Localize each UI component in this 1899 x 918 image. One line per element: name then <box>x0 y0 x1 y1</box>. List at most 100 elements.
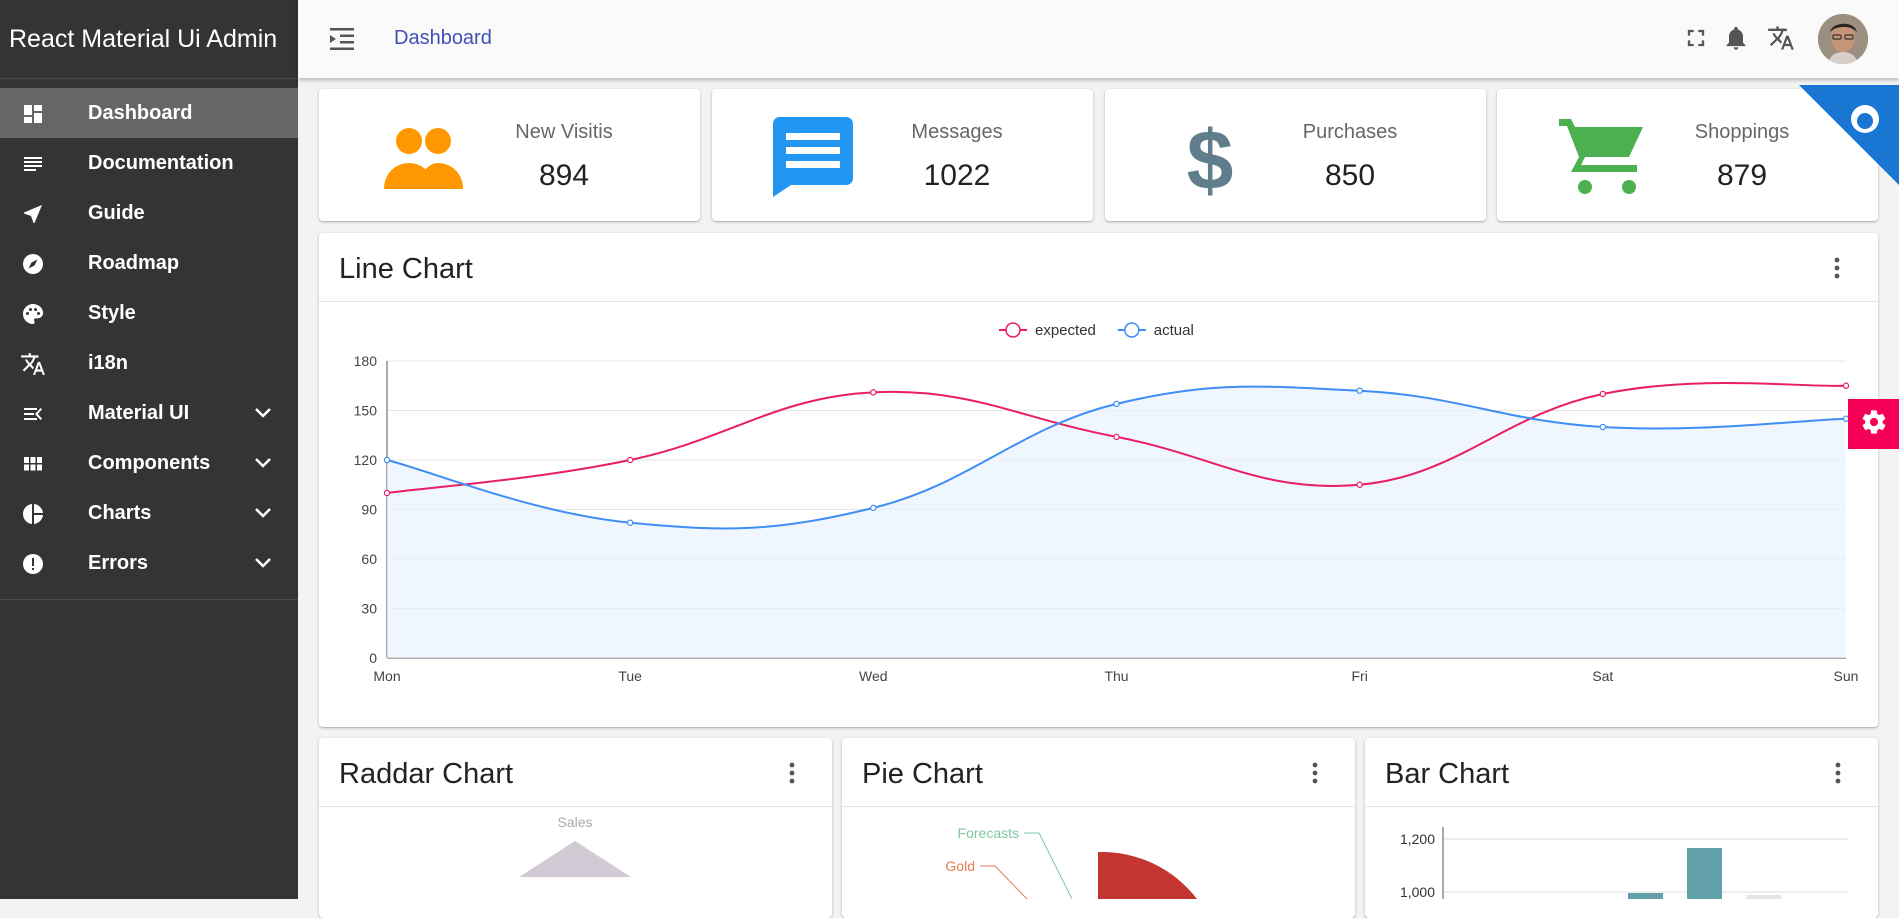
more-vert-icon[interactable] <box>787 760 797 786</box>
sidebar-item-roadmap[interactable]: Roadmap <box>0 238 298 288</box>
pie-label-gold: Gold <box>945 858 975 874</box>
gear-icon <box>1860 408 1888 441</box>
line-chart-xtick: Sat <box>1592 668 1613 684</box>
line-chart-point-actual <box>1599 423 1607 431</box>
pie-slice <box>1098 851 1197 899</box>
people-icon <box>379 117 469 197</box>
card-title: Bar Chart <box>1385 758 1510 790</box>
sidebar-item-label: Guide <box>88 201 145 224</box>
bar-chart: 1,200 1,000 <box>1400 827 1848 899</box>
legend-label-expected: expected <box>1035 322 1096 339</box>
line-chart-xtick: Thu <box>1104 668 1128 684</box>
dollar-icon: $ <box>1165 113 1255 207</box>
sidebar-item-label: Roadmap <box>88 251 180 274</box>
line-chart-point-expected <box>1113 433 1120 441</box>
line-chart-point-expected <box>383 489 391 497</box>
line-chart-point-actual <box>626 519 634 526</box>
stat-title: New Visitis <box>515 121 613 143</box>
sidebar-item-label: Charts <box>88 501 152 524</box>
dashboard-icon <box>20 101 46 127</box>
stat-card-purchases: $ Purchases 850 <box>1105 89 1486 221</box>
radar-chart-card: Raddar Chart Sales <box>319 738 832 918</box>
breadcrumb[interactable]: Dashboard <box>394 27 492 50</box>
line-chart-ytick: 180 <box>354 353 378 369</box>
sidebar-item-components[interactable]: Components <box>0 438 298 488</box>
bar-ytick: 1,200 <box>1400 831 1435 847</box>
settings-button[interactable] <box>1848 399 1899 449</box>
sidebar-item-label: Components <box>88 451 211 474</box>
line-chart-point-actual <box>1113 400 1120 408</box>
error-icon <box>20 551 46 577</box>
stat-title: Messages <box>911 121 1003 143</box>
sidebar-item-errors[interactable]: Errors <box>0 538 298 588</box>
sidebar-item-label: Errors <box>88 551 149 574</box>
card-title: Raddar Chart <box>339 758 514 790</box>
bar <box>1628 893 1663 899</box>
stat-value: 850 <box>1324 159 1376 192</box>
line-chart-point-expected <box>870 389 877 396</box>
sidebar-item-label: Dashboard <box>88 101 193 124</box>
more-vert-icon[interactable] <box>1833 760 1843 786</box>
sidebar-item-i18n[interactable]: i18n <box>0 338 298 388</box>
top-bar: Dashboard <box>298 0 1899 78</box>
sidebar-item-material-ui[interactable]: Material UI <box>0 388 298 438</box>
line-chart-ytick: 150 <box>354 403 378 419</box>
pie-leader-gold <box>980 865 1028 899</box>
line-chart-card: Line Chart 0 30 60 90 120 150 180 Mon Tue Wed Thu F… <box>319 233 1878 727</box>
line-chart-point-expected <box>626 456 634 464</box>
sidebar-item-charts[interactable]: Charts <box>0 488 298 538</box>
pie-icon <box>20 501 46 527</box>
sidebar-divider <box>0 599 298 600</box>
sidebar-nav: Dashboard Documentation Guide Roadmap St… <box>0 78 298 588</box>
line-chart-ytick: 60 <box>361 551 377 567</box>
more-vert-icon[interactable] <box>1310 760 1320 786</box>
translate-icon[interactable] <box>1767 24 1795 52</box>
sidebar-item-label: i18n <box>88 351 129 374</box>
stat-title: Shoppings <box>1694 121 1790 143</box>
stat-value: 879 <box>1716 159 1768 192</box>
bar <box>1687 848 1722 899</box>
cart-icon <box>1557 117 1647 197</box>
sidebar-item-style[interactable]: Style <box>0 288 298 338</box>
card-title: Line Chart <box>339 253 473 285</box>
radar-area <box>519 841 631 877</box>
sidebar-item-guide[interactable]: Guide <box>0 188 298 238</box>
pie-chart-card: Pie Chart Forecasts Gold <box>842 738 1355 918</box>
line-chart-point-expected <box>1842 382 1850 389</box>
stat-title: Purchases <box>1302 121 1398 143</box>
github-corner-icon[interactable] <box>1799 85 1899 185</box>
menu-open-icon <box>20 401 46 427</box>
compass-icon <box>20 251 46 277</box>
line-chart-xtick: Sun <box>1834 668 1859 684</box>
bell-icon[interactable] <box>1722 24 1750 52</box>
stat-value: 894 <box>538 159 590 192</box>
more-vert-icon[interactable] <box>1832 255 1842 281</box>
menu-toggle-icon[interactable] <box>328 26 356 52</box>
legend-marker-expected <box>1005 322 1021 338</box>
avatar[interactable] <box>1818 14 1868 64</box>
navigation-icon <box>20 201 46 227</box>
pie-label-forecasts: Forecasts <box>958 825 1019 841</box>
chevron-down-icon <box>252 555 274 571</box>
palette-icon <box>20 301 46 327</box>
pie-leader-forecasts <box>1024 832 1073 899</box>
bar-ytick: 1,000 <box>1400 884 1435 899</box>
chevron-down-icon <box>252 505 274 521</box>
chevron-down-icon <box>252 455 274 471</box>
sidebar-item-label: Documentation <box>88 151 234 174</box>
line-chart-xtick: Fri <box>1352 668 1368 684</box>
sidebar-item-documentation[interactable]: Documentation <box>0 138 298 188</box>
card-divider <box>319 301 1878 302</box>
bar <box>1746 895 1781 899</box>
line-chart-point-actual <box>1356 387 1363 394</box>
app-title: React Material Ui Admin <box>9 25 278 53</box>
message-icon <box>772 117 862 197</box>
line-chart: 0 30 60 90 120 150 180 Mon Tue Wed Thu Fri Sat Sun exp… <box>354 322 1859 684</box>
fullscreen-icon[interactable] <box>1682 24 1710 52</box>
card-title: Pie Chart <box>862 758 983 790</box>
stat-card-messages: Messages 1022 <box>712 89 1093 221</box>
sidebar-item-dashboard[interactable]: Dashboard <box>0 88 298 138</box>
line-chart-ytick: 90 <box>361 502 377 518</box>
line-chart-point-expected <box>1356 481 1363 488</box>
line-chart-xtick: Mon <box>373 668 400 684</box>
